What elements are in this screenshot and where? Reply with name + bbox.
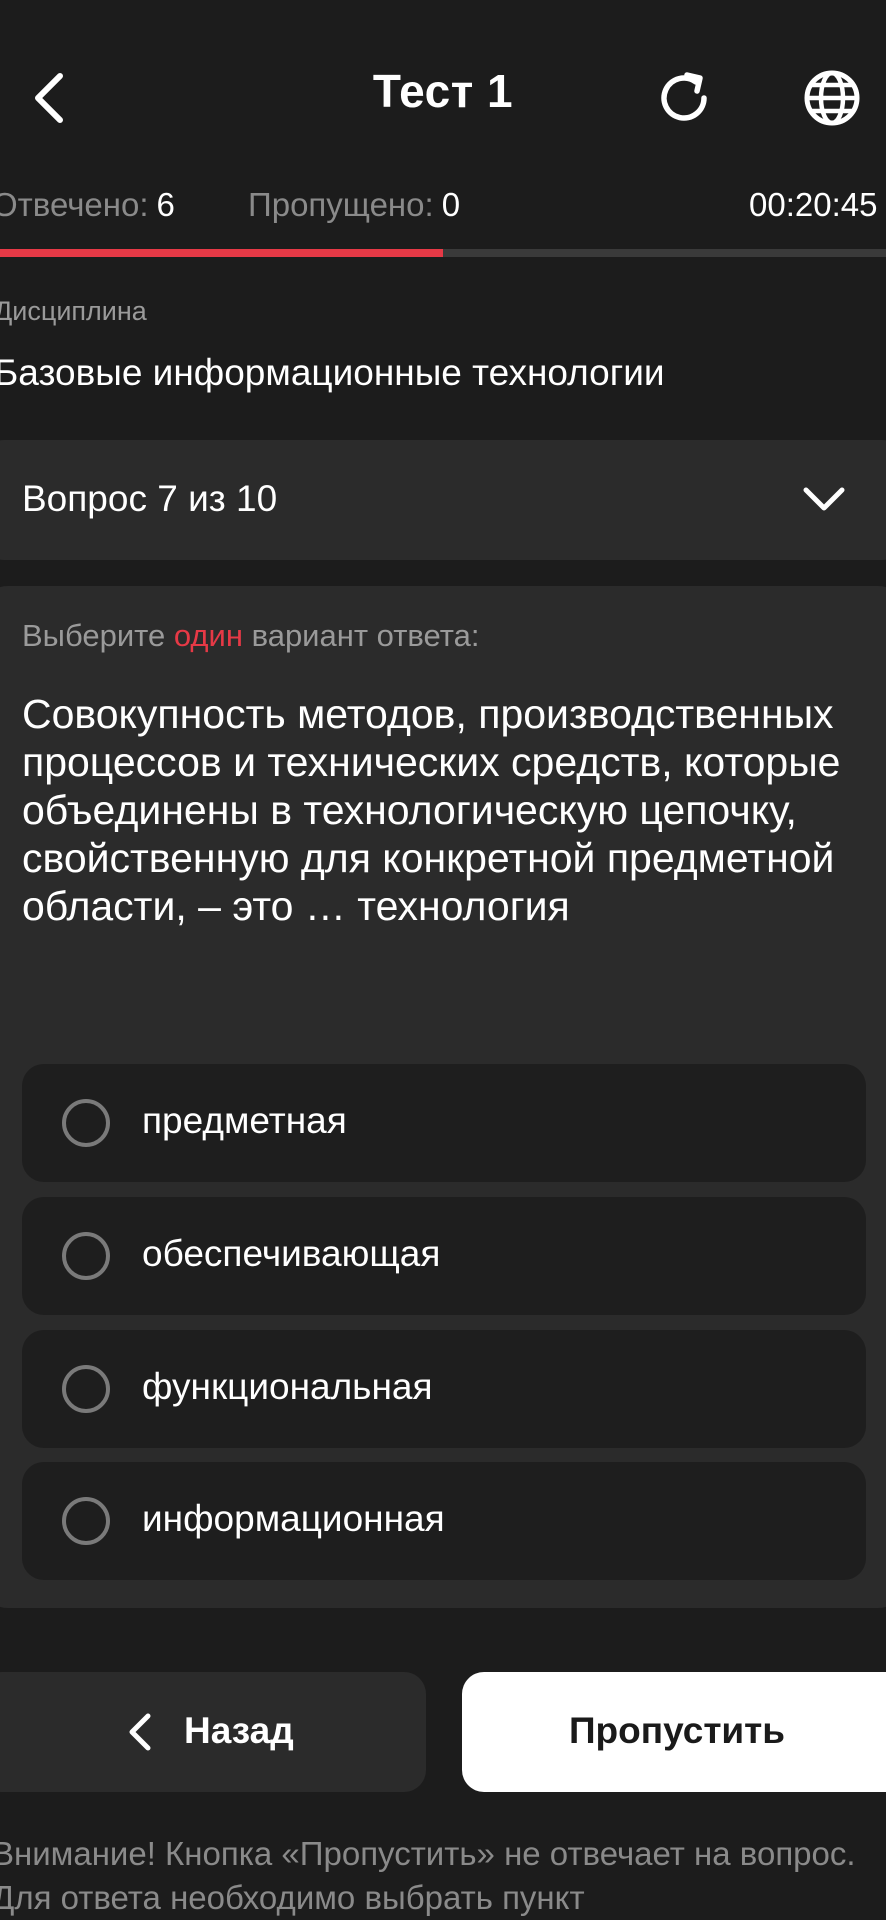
chevron-down-icon	[803, 487, 845, 511]
answer-option-4[interactable]: информационная	[22, 1462, 866, 1580]
answer-option-label: обеспечивающая	[142, 1233, 441, 1274]
header: Тест 1	[0, 40, 886, 160]
answer-instruction: Выберите один вариант ответа:	[22, 618, 479, 654]
question-text: Совокупность методов, производственных п…	[22, 691, 841, 929]
skip-button[interactable]: Пропустить	[462, 1672, 886, 1792]
chevron-left-icon	[129, 1713, 151, 1751]
skipped-value: 0	[441, 186, 461, 223]
back-button-label: Назад	[184, 1710, 294, 1751]
answer-option-3[interactable]: функциональная	[22, 1330, 866, 1448]
radio-button[interactable]	[62, 1099, 110, 1147]
answered-counter: Отвечено: 6	[0, 186, 175, 224]
question-selector[interactable]: Вопрос 7 из 10	[0, 440, 886, 560]
answered-value: 6	[156, 186, 175, 223]
progress-bar	[0, 249, 886, 257]
question-number: Вопрос 7 из 10	[22, 478, 278, 519]
answer-option-label: информационная	[142, 1498, 445, 1539]
instruction-prefix: Выберите	[22, 618, 174, 653]
instruction-accent: один	[173, 618, 243, 653]
answer-option-2[interactable]: обеспечивающая	[22, 1197, 866, 1315]
test-stats: Отвечено: 6 Пропущено: 0 00:20:45	[0, 186, 886, 236]
skip-warning-text: Внимание! Кнопка «Пропустить» не отвечае…	[0, 1835, 856, 1916]
skipped-label: Пропущено:	[248, 186, 434, 223]
answer-option-label: функциональная	[142, 1366, 433, 1407]
refresh-button[interactable]	[652, 66, 716, 130]
skip-button-label: Пропустить	[568, 1710, 786, 1751]
test-screen: Тест 1 Отвечено:6 Пропущено:0 00:20:45	[0, 0, 886, 1920]
back-nav-button[interactable]: Назад	[0, 1672, 426, 1792]
skipped-counter: Пропущено: 0	[248, 186, 460, 224]
question-card: Выберите один вариант ответа: Совокупнос…	[0, 586, 886, 1608]
radio-button[interactable]	[62, 1232, 110, 1280]
discipline-label: Дисциплина	[0, 296, 147, 326]
refresh-icon	[661, 72, 707, 121]
page-title: Тест 1	[372, 65, 514, 117]
answer-option-label: предметная	[142, 1100, 347, 1141]
timer: 00:20:45	[749, 186, 878, 223]
answered-label: Отвечено:	[0, 186, 149, 223]
language-button[interactable]	[800, 66, 864, 130]
radio-button[interactable]	[62, 1497, 110, 1545]
globe-icon	[804, 70, 860, 126]
instruction-suffix: вариант ответа:	[242, 618, 480, 653]
radio-button[interactable]	[62, 1365, 110, 1413]
discipline-name: Базовые информационные технологии	[0, 352, 665, 393]
progress-fill	[0, 249, 443, 257]
answer-option-1[interactable]: предметная	[22, 1064, 866, 1182]
